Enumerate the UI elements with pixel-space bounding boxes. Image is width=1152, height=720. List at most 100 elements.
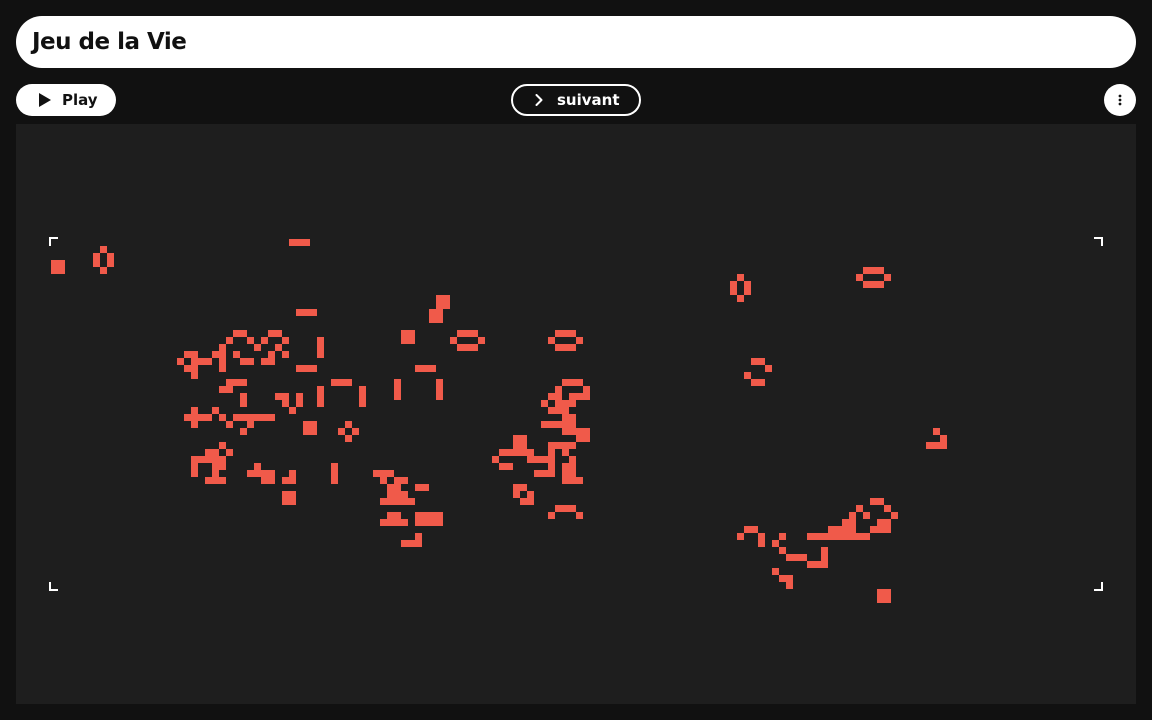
- live-cell[interactable]: [436, 519, 443, 526]
- live-cell[interactable]: [310, 309, 317, 316]
- live-cell[interactable]: [219, 456, 226, 463]
- live-cell[interactable]: [184, 351, 191, 358]
- live-cell[interactable]: [562, 470, 569, 477]
- live-cell[interactable]: [401, 519, 408, 526]
- live-cell[interactable]: [338, 379, 345, 386]
- live-cell[interactable]: [828, 533, 835, 540]
- live-cell[interactable]: [569, 428, 576, 435]
- live-cell[interactable]: [786, 582, 793, 589]
- live-cell[interactable]: [457, 344, 464, 351]
- live-cell[interactable]: [415, 484, 422, 491]
- live-cell[interactable]: [226, 386, 233, 393]
- live-cell[interactable]: [884, 526, 891, 533]
- live-cell[interactable]: [296, 400, 303, 407]
- live-cell[interactable]: [877, 281, 884, 288]
- live-cell[interactable]: [240, 393, 247, 400]
- live-cell[interactable]: [744, 281, 751, 288]
- live-cell[interactable]: [303, 421, 310, 428]
- play-button[interactable]: Play: [16, 84, 116, 116]
- live-cell[interactable]: [527, 498, 534, 505]
- live-cell[interactable]: [807, 561, 814, 568]
- live-cell[interactable]: [338, 428, 345, 435]
- live-cell[interactable]: [450, 337, 457, 344]
- live-cell[interactable]: [282, 477, 289, 484]
- live-cell[interactable]: [289, 407, 296, 414]
- live-cell[interactable]: [828, 526, 835, 533]
- live-cell[interactable]: [772, 568, 779, 575]
- live-cell[interactable]: [219, 477, 226, 484]
- live-cell[interactable]: [569, 400, 576, 407]
- live-cell[interactable]: [268, 330, 275, 337]
- live-cell[interactable]: [387, 470, 394, 477]
- live-cell[interactable]: [247, 358, 254, 365]
- live-cell[interactable]: [436, 295, 443, 302]
- live-cell[interactable]: [541, 421, 548, 428]
- live-cell[interactable]: [247, 414, 254, 421]
- live-cell[interactable]: [219, 442, 226, 449]
- live-cell[interactable]: [443, 295, 450, 302]
- live-cell[interactable]: [863, 512, 870, 519]
- live-cell[interactable]: [380, 477, 387, 484]
- live-cell[interactable]: [933, 442, 940, 449]
- live-cell[interactable]: [226, 449, 233, 456]
- live-cell[interactable]: [856, 533, 863, 540]
- live-cell[interactable]: [198, 456, 205, 463]
- live-cell[interactable]: [303, 365, 310, 372]
- live-cell[interactable]: [863, 533, 870, 540]
- live-cell[interactable]: [401, 330, 408, 337]
- live-cell[interactable]: [562, 428, 569, 435]
- live-cell[interactable]: [289, 470, 296, 477]
- live-cell[interactable]: [275, 344, 282, 351]
- live-cell[interactable]: [282, 351, 289, 358]
- live-cell[interactable]: [268, 477, 275, 484]
- more-options-button[interactable]: [1104, 84, 1136, 116]
- live-cell[interactable]: [562, 463, 569, 470]
- live-cell[interactable]: [569, 379, 576, 386]
- live-cell[interactable]: [422, 365, 429, 372]
- live-cell[interactable]: [261, 477, 268, 484]
- live-cell[interactable]: [394, 512, 401, 519]
- live-cell[interactable]: [541, 400, 548, 407]
- live-cell[interactable]: [569, 477, 576, 484]
- live-cell[interactable]: [779, 547, 786, 554]
- live-cell[interactable]: [247, 421, 254, 428]
- live-cell[interactable]: [863, 281, 870, 288]
- live-cell[interactable]: [205, 477, 212, 484]
- live-cell[interactable]: [436, 302, 443, 309]
- live-cell[interactable]: [408, 337, 415, 344]
- live-cell[interactable]: [107, 260, 114, 267]
- live-cell[interactable]: [548, 463, 555, 470]
- live-cell[interactable]: [191, 470, 198, 477]
- live-cell[interactable]: [394, 498, 401, 505]
- live-cell[interactable]: [576, 393, 583, 400]
- live-cell[interactable]: [401, 337, 408, 344]
- live-cell[interactable]: [268, 414, 275, 421]
- live-cell[interactable]: [492, 456, 499, 463]
- live-cell[interactable]: [744, 288, 751, 295]
- live-cell[interactable]: [576, 477, 583, 484]
- live-cell[interactable]: [569, 393, 576, 400]
- live-cell[interactable]: [331, 379, 338, 386]
- live-cell[interactable]: [205, 414, 212, 421]
- live-cell[interactable]: [856, 274, 863, 281]
- live-cell[interactable]: [499, 463, 506, 470]
- live-cell[interactable]: [779, 575, 786, 582]
- live-cell[interactable]: [261, 337, 268, 344]
- live-cell[interactable]: [870, 498, 877, 505]
- live-cell[interactable]: [583, 428, 590, 435]
- live-cell[interactable]: [289, 491, 296, 498]
- live-cell[interactable]: [576, 337, 583, 344]
- live-cell[interactable]: [394, 393, 401, 400]
- live-cell[interactable]: [527, 456, 534, 463]
- live-cell[interactable]: [436, 309, 443, 316]
- live-cell[interactable]: [513, 491, 520, 498]
- live-cell[interactable]: [401, 498, 408, 505]
- live-cell[interactable]: [380, 470, 387, 477]
- live-cell[interactable]: [415, 519, 422, 526]
- live-cell[interactable]: [436, 379, 443, 386]
- live-cell[interactable]: [730, 288, 737, 295]
- live-cell[interactable]: [226, 379, 233, 386]
- live-cell[interactable]: [394, 386, 401, 393]
- live-cell[interactable]: [233, 414, 240, 421]
- live-cell[interactable]: [401, 477, 408, 484]
